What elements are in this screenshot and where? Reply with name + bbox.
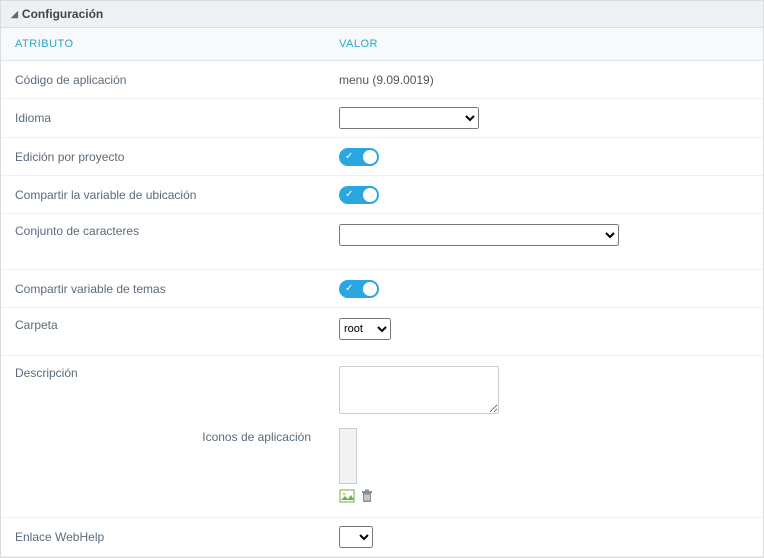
row-carpeta: Carpeta root bbox=[1, 308, 763, 356]
table-header: ATRIBUTO VALOR bbox=[1, 28, 763, 61]
panel-title: Configuración bbox=[22, 7, 103, 21]
check-icon: ✓ bbox=[345, 150, 353, 164]
panel-header[interactable]: ◢ Configuración bbox=[1, 1, 763, 28]
app-icon-slot[interactable] bbox=[339, 428, 357, 484]
row-edicion: Edición por proyecto ✓ bbox=[1, 138, 763, 176]
label-compvar: Compartir la variable de ubicación bbox=[15, 188, 339, 202]
row-desc: Descripción bbox=[1, 356, 763, 424]
label-webhelp: Enlace WebHelp bbox=[15, 530, 339, 544]
charset-select[interactable] bbox=[339, 224, 619, 246]
collapse-icon: ◢ bbox=[11, 9, 18, 20]
webhelp-select[interactable] bbox=[339, 526, 373, 548]
trash-icon[interactable] bbox=[359, 488, 375, 507]
label-charset: Conjunto de caracteres bbox=[15, 224, 339, 238]
col-header-val: VALOR bbox=[339, 38, 749, 50]
row-appcode: Código de aplicación menu (9.09.0019) bbox=[1, 61, 763, 99]
comptema-toggle[interactable]: ✓ bbox=[339, 280, 379, 298]
row-idioma: Idioma bbox=[1, 99, 763, 138]
col-header-attr: ATRIBUTO bbox=[15, 38, 339, 50]
toggle-knob bbox=[363, 282, 377, 296]
config-panel: ◢ Configuración ATRIBUTO VALOR Código de… bbox=[0, 0, 764, 558]
label-edicion: Edición por proyecto bbox=[15, 150, 339, 164]
label-appcode: Código de aplicación bbox=[15, 73, 339, 87]
desc-textarea[interactable] bbox=[339, 366, 499, 414]
row-webhelp: Enlace WebHelp bbox=[1, 518, 763, 557]
label-desc: Descripción bbox=[15, 366, 339, 380]
check-icon: ✓ bbox=[345, 188, 353, 202]
toggle-knob bbox=[363, 188, 377, 202]
label-iconos: Iconos de aplicación bbox=[15, 428, 311, 444]
row-charset: Conjunto de caracteres bbox=[1, 214, 763, 270]
row-compvar: Compartir la variable de ubicación ✓ bbox=[1, 176, 763, 214]
toggle-knob bbox=[363, 150, 377, 164]
edicion-toggle[interactable]: ✓ bbox=[339, 148, 379, 166]
check-icon: ✓ bbox=[345, 282, 353, 296]
row-iconos: Iconos de aplicación bbox=[1, 424, 763, 518]
label-idioma: Idioma bbox=[15, 111, 339, 125]
carpeta-select[interactable]: root bbox=[339, 318, 391, 340]
row-comptema: Compartir variable de temas ✓ bbox=[1, 270, 763, 308]
compvar-toggle[interactable]: ✓ bbox=[339, 186, 379, 204]
image-icon[interactable] bbox=[339, 488, 355, 507]
value-appcode: menu (9.09.0019) bbox=[339, 73, 749, 87]
idioma-select[interactable] bbox=[339, 107, 479, 129]
label-comptema: Compartir variable de temas bbox=[15, 282, 339, 296]
label-carpeta: Carpeta bbox=[15, 318, 339, 332]
